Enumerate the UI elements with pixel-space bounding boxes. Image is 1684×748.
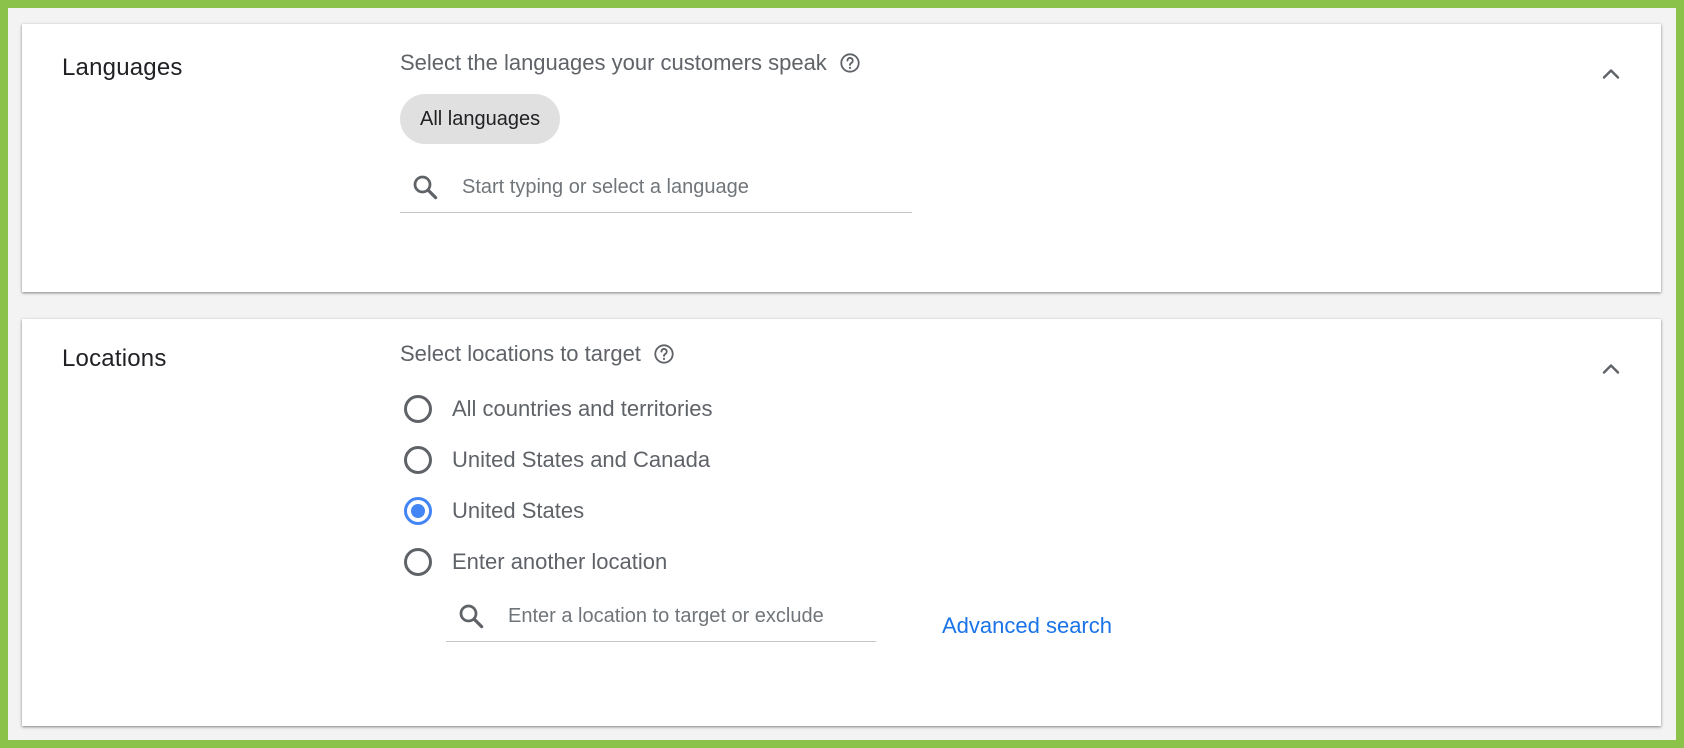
- languages-card: Languages Select the languages your cust…: [22, 24, 1661, 292]
- locations-prompt-text: Select locations to target: [400, 341, 641, 366]
- language-search-field[interactable]: [400, 162, 912, 213]
- all-languages-chip[interactable]: All languages: [400, 94, 561, 144]
- radio-label: Enter another location: [452, 548, 668, 574]
- radio-button-selected[interactable]: [404, 496, 432, 525]
- language-search-input[interactable]: [460, 174, 844, 200]
- location-radio-group: All countries and territories United Sta…: [404, 383, 712, 587]
- languages-section-title: Languages: [62, 54, 183, 81]
- radio-label: United States: [452, 497, 585, 523]
- radio-label: All countries and territories: [452, 395, 713, 421]
- radio-option-us-and-canada[interactable]: United States and Canada: [404, 434, 712, 485]
- locations-prompt: Select locations to target: [400, 341, 675, 367]
- page-frame: Languages Select the languages your cust…: [8, 8, 1676, 740]
- advanced-search-link[interactable]: Advanced search: [942, 613, 1112, 639]
- location-search-input[interactable]: [506, 603, 850, 629]
- languages-prompt-text: Select the languages your customers spea…: [400, 50, 827, 75]
- chevron-up-icon[interactable]: [1597, 60, 1625, 88]
- languages-prompt: Select the languages your customers spea…: [400, 50, 861, 76]
- search-icon: [408, 170, 442, 204]
- help-circle-icon[interactable]: [839, 52, 861, 74]
- radio-label: United States and Canada: [452, 446, 711, 472]
- radio-option-another-location[interactable]: Enter another location: [404, 536, 712, 587]
- location-search-field[interactable]: [446, 591, 876, 642]
- locations-section-title: Locations: [62, 345, 167, 372]
- chevron-up-icon[interactable]: [1597, 355, 1625, 383]
- radio-button[interactable]: [404, 547, 432, 576]
- radio-button[interactable]: [404, 394, 432, 423]
- radio-selected-dot: [411, 503, 425, 518]
- help-circle-icon[interactable]: [653, 343, 675, 365]
- radio-option-all-countries[interactable]: All countries and territories: [404, 383, 712, 434]
- radio-option-united-states[interactable]: United States: [404, 485, 712, 536]
- search-icon: [454, 599, 488, 633]
- locations-card: Locations Select locations to target All…: [22, 319, 1661, 726]
- radio-button[interactable]: [404, 445, 432, 474]
